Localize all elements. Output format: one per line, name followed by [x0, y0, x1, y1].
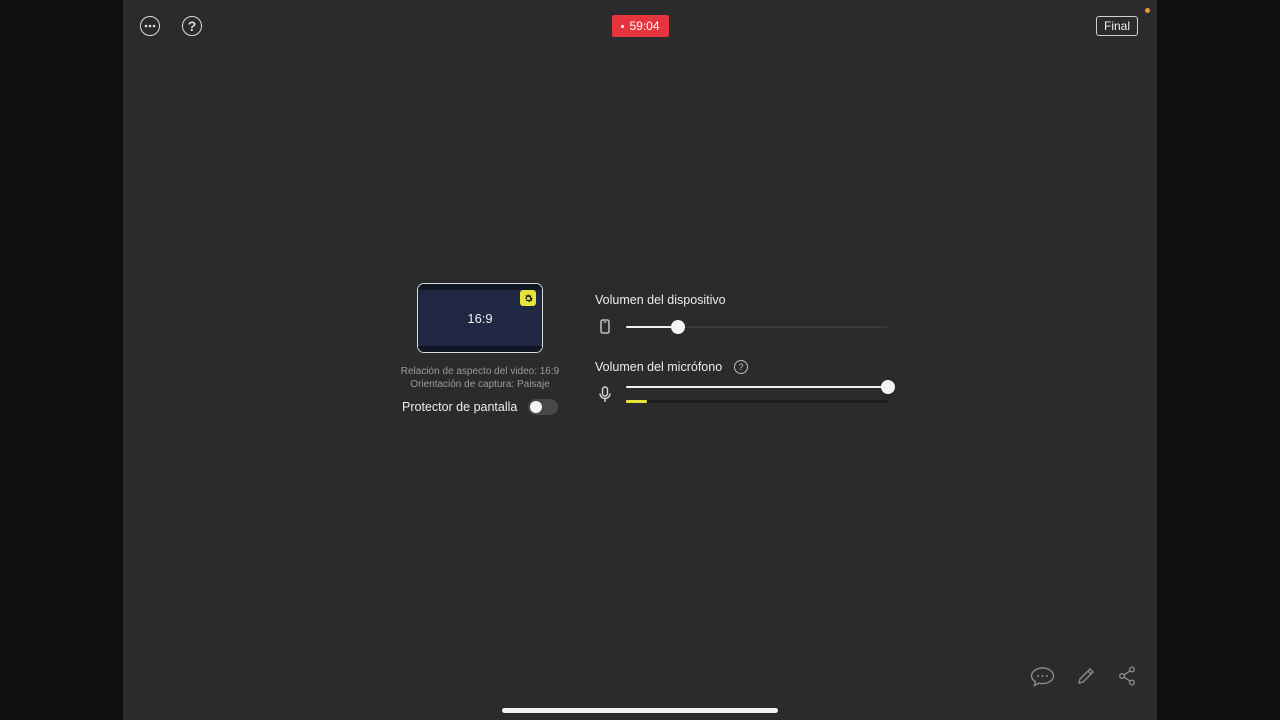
- help-button[interactable]: ?: [182, 16, 202, 36]
- mic-volume-fill: [626, 386, 888, 388]
- device-volume-slider[interactable]: [626, 320, 888, 334]
- aspect-ratio-info: Relación de aspecto del video: 16:9: [400, 366, 560, 377]
- gear-icon: [524, 293, 533, 302]
- timer-text: 59:04: [629, 19, 660, 33]
- letterbox-bottom: [418, 346, 542, 352]
- phone-icon: [600, 319, 610, 339]
- screen-protector-label: Protector de pantalla: [402, 400, 518, 414]
- status-indicator-dot: [1145, 8, 1150, 13]
- microphone-icon: [599, 386, 611, 408]
- mic-level-fill: [626, 400, 647, 403]
- device-volume-thumb[interactable]: [671, 320, 686, 334]
- ellipsis-circle-icon: [144, 24, 156, 28]
- recording-timer: 59:04: [612, 15, 669, 37]
- device-volume-label: Volumen del dispositivo: [595, 293, 726, 307]
- pencil-button[interactable]: [1076, 666, 1096, 691]
- home-indicator[interactable]: [502, 708, 778, 713]
- pencil-icon: [1078, 668, 1094, 684]
- orientation-info: Orientación de captura: Paisaje: [410, 379, 550, 390]
- help-icon: ?: [738, 362, 744, 372]
- more-options-button[interactable]: [140, 16, 160, 36]
- share-icon: [1119, 666, 1135, 686]
- video-preview[interactable]: 16:9: [417, 283, 543, 353]
- recording-dot-icon: [621, 24, 625, 28]
- comment-icon: [1030, 667, 1055, 687]
- comment-button[interactable]: [1030, 666, 1055, 692]
- preview-settings-button[interactable]: [520, 290, 536, 306]
- final-button[interactable]: Final: [1096, 16, 1138, 36]
- share-button[interactable]: [1118, 666, 1136, 691]
- app-screen: ? 59:04 Final 16:9 Relación de aspecto d…: [123, 0, 1157, 720]
- final-button-label: Final: [1103, 19, 1130, 33]
- screen-protector-toggle[interactable]: [528, 399, 558, 415]
- mic-volume-slider[interactable]: [626, 380, 895, 394]
- help-icon: ?: [187, 18, 197, 34]
- aspect-ratio-label: 16:9: [467, 311, 493, 326]
- mic-volume-help-button[interactable]: ?: [734, 360, 748, 374]
- mic-level-meter: [626, 400, 888, 403]
- mic-volume-label: Volumen del micrófono: [595, 360, 723, 374]
- mic-volume-thumb[interactable]: [881, 380, 895, 394]
- toggle-knob: [530, 401, 542, 413]
